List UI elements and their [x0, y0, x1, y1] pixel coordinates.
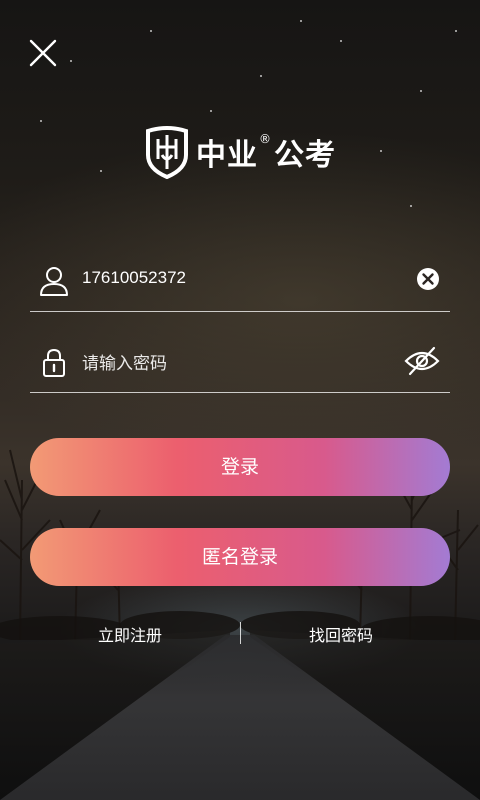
brand-name-main: 中业 [196, 138, 258, 173]
background-trees [0, 449, 480, 640]
brand-name-suffix: 公考 [274, 138, 336, 173]
lock-icon [43, 348, 65, 377]
phone-input-value[interactable]: 17610052372 [82, 268, 186, 288]
password-input-placeholder[interactable]: 请输入密码 [82, 349, 167, 374]
auth-links: 立即注册 找回密码 [0, 618, 480, 648]
user-icon [40, 267, 68, 296]
registered-mark: ® [259, 132, 272, 146]
register-link[interactable]: 立即注册 [98, 622, 162, 646]
login-screen: 中业 ® 公考 17610052372 请输入密码 登录 匿名登录 立即注册 找… [0, 0, 480, 800]
links-divider [240, 622, 241, 644]
close-button[interactable] [26, 36, 60, 70]
brand-name: 中业 ® 公考 [196, 130, 336, 174]
forgot-password-link[interactable]: 找回密码 [309, 622, 373, 646]
clear-input-icon[interactable] [416, 267, 440, 291]
password-field[interactable]: 请输入密码 [30, 338, 450, 393]
shield-logo-icon [146, 126, 188, 179]
anonymous-login-button[interactable]: 匿名登录 [30, 528, 450, 586]
phone-field[interactable]: 17610052372 [30, 257, 450, 312]
close-icon [29, 39, 57, 67]
brand-logo: 中业 ® 公考 [0, 122, 480, 182]
eye-off-icon[interactable] [404, 346, 440, 376]
login-button[interactable]: 登录 [30, 438, 450, 496]
